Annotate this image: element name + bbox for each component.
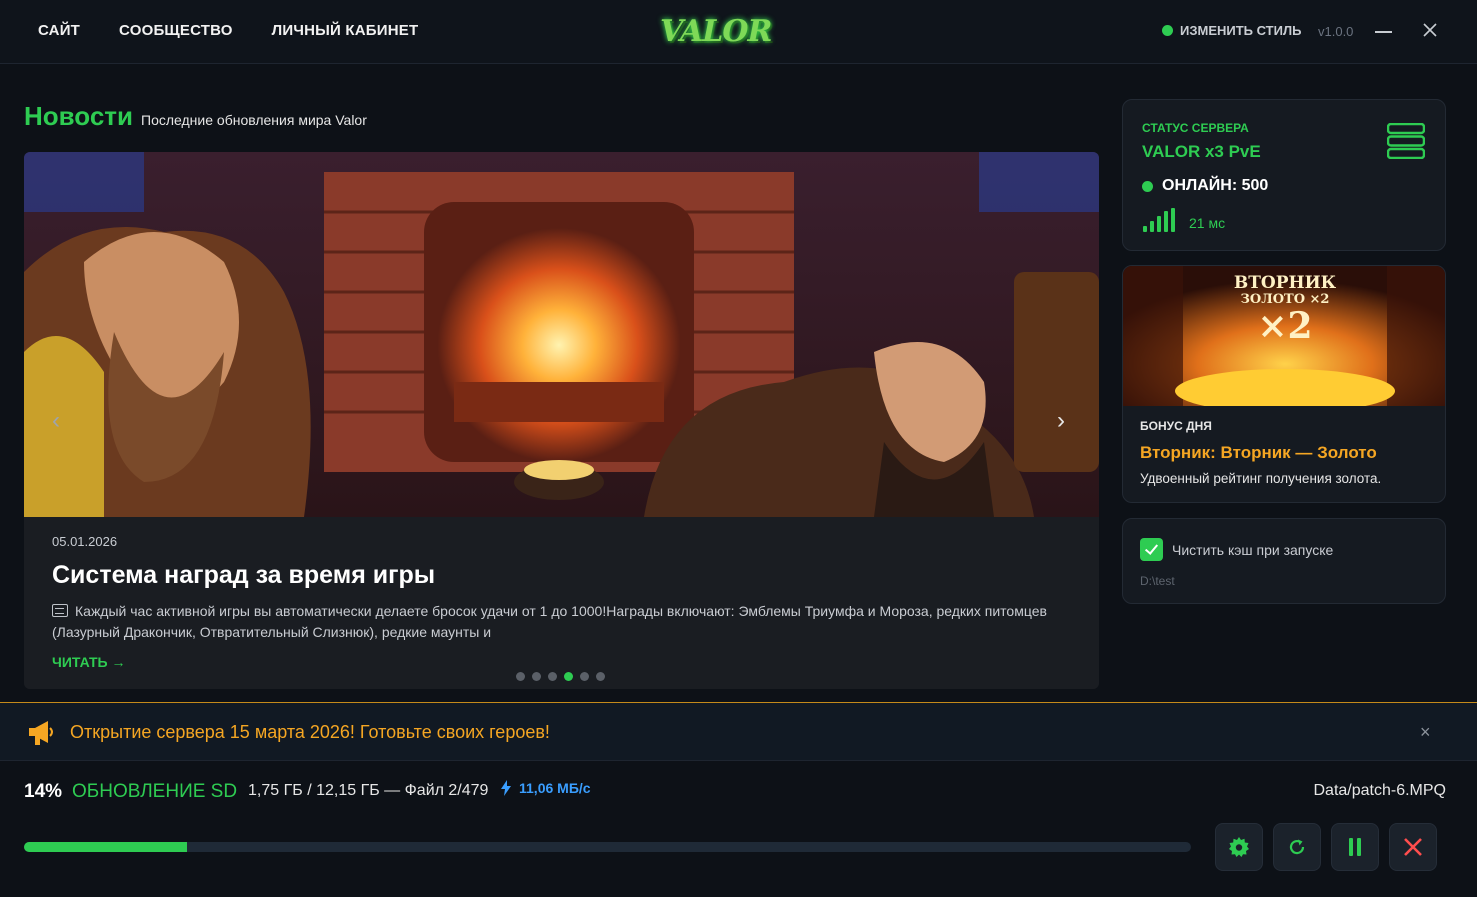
- server-icon: [1387, 123, 1425, 159]
- clear-cache-label: Чистить кэш при запуске: [1172, 542, 1334, 558]
- announcement-bar: Открытие сервера 15 марта 2026! Готовьте…: [0, 702, 1477, 761]
- calendar-icon: [52, 604, 68, 617]
- news-slide-image[interactable]: [24, 152, 1099, 517]
- slider-dot[interactable]: [596, 672, 605, 681]
- server-name: VALOR x3 PvE: [1142, 142, 1261, 161]
- update-panel: 14% ОБНОВЛЕНИЕ SD 1,75 ГБ / 12,15 ГБ — Ф…: [0, 762, 1477, 897]
- daily-bonus-card[interactable]: ВТОРНИК ЗОЛОТО ×2 ×2 БОНУС ДНЯ Вторник: …: [1122, 265, 1446, 503]
- server-status-card: СТАТУС СЕРВЕРА VALOR x3 PvE ОНЛАЙН: 500 …: [1122, 99, 1446, 251]
- news-title: Новости: [24, 101, 134, 131]
- slider-dots: [516, 672, 605, 681]
- current-file: Data/patch-6.MPQ: [1313, 782, 1447, 799]
- news-subtitle: Последние обновления мира Valor: [141, 112, 367, 128]
- announcement-close-button[interactable]: ×: [1420, 722, 1431, 743]
- online-dot-icon: [1142, 180, 1153, 192]
- valor-logo: VALOR: [658, 10, 772, 54]
- slide-description: Каждый час активной игры вы автоматическ…: [52, 601, 1062, 643]
- ping-value: 21 мс: [1189, 215, 1226, 231]
- announcement-text: Открытие сервера 15 марта 2026! Готовьте…: [70, 722, 550, 742]
- slider-dot[interactable]: [516, 672, 525, 681]
- main-nav: САЙТ СООБЩЕСТВО ЛИЧНЫЙ КАБИНЕТ: [38, 22, 418, 39]
- update-status: ОБНОВЛЕНИЕ SD: [72, 781, 238, 802]
- cancel-button[interactable]: [1389, 823, 1437, 871]
- status-dot-icon: [1162, 25, 1173, 36]
- slide-title: Система наград за время игры: [52, 561, 436, 589]
- minimize-button[interactable]: [1374, 20, 1394, 40]
- slider-dot[interactable]: [532, 672, 541, 681]
- bonus-label: БОНУС ДНЯ: [1140, 419, 1212, 433]
- download-size: 1,75 ГБ / 12,15 ГБ — Файл 2/479: [248, 782, 489, 799]
- progress-percent: 14%: [24, 781, 63, 802]
- lightning-icon: [501, 780, 511, 796]
- close-icon: [1404, 838, 1422, 856]
- slider-dot[interactable]: [564, 672, 573, 681]
- megaphone-icon: [29, 721, 53, 745]
- title-bar: САЙТ СООБЩЕСТВО ЛИЧНЫЙ КАБИНЕТ VALOR ИЗМ…: [0, 0, 1477, 64]
- refresh-button[interactable]: [1273, 823, 1321, 871]
- news-header: Новости Последние обновления мира Valor: [24, 101, 367, 132]
- change-style-button[interactable]: ИЗМЕНИТЬ СТИЛЬ: [1162, 23, 1301, 38]
- download-speed: 11,06 МБ/с: [501, 780, 591, 796]
- version-label: v1.0.0: [1318, 24, 1354, 39]
- settings-button[interactable]: [1215, 823, 1263, 871]
- read-more-link[interactable]: ЧИТАТЬ →: [52, 654, 126, 670]
- progress-bar-fill: [24, 842, 188, 852]
- pause-button[interactable]: [1331, 823, 1379, 871]
- slider-next-button[interactable]: ›: [1057, 407, 1065, 435]
- progress-bar: [24, 842, 1191, 852]
- nav-site-link[interactable]: САЙТ: [38, 22, 80, 39]
- ping-status: 21 мс: [1143, 208, 1225, 232]
- news-slider: ‹ › 05.01.2026 Система наград за время и…: [24, 152, 1099, 689]
- nav-account-link[interactable]: ЛИЧНЫЙ КАБИНЕТ: [272, 22, 419, 39]
- clear-cache-checkbox[interactable]: [1140, 538, 1163, 561]
- bonus-image-line3: ×2: [1257, 305, 1312, 347]
- close-window-button[interactable]: [1420, 21, 1440, 41]
- bonus-title: Вторник: Вторник — Золото: [1140, 443, 1377, 462]
- close-icon: [1423, 23, 1437, 37]
- bonus-image-line1: ВТОРНИК: [1234, 273, 1337, 293]
- online-count: ОНЛАЙН: 500: [1162, 177, 1269, 194]
- slider-prev-button[interactable]: ‹: [52, 407, 60, 435]
- slide-date: 05.01.2026: [52, 534, 118, 549]
- install-path: D:\test: [1140, 574, 1175, 588]
- bonus-banner-image: ВТОРНИК ЗОЛОТО ×2 ×2: [1123, 266, 1445, 406]
- online-status: ОНЛАЙН: 500: [1142, 177, 1268, 195]
- slide-caption: 05.01.2026 Система наград за время игры …: [24, 517, 1099, 689]
- download-speed-value: 11,06 МБ/с: [519, 780, 591, 796]
- nav-community-link[interactable]: СООБЩЕСТВО: [119, 22, 233, 39]
- cache-settings-card: Чистить кэш при запуске D:\test: [1122, 518, 1446, 604]
- server-status-label: СТАТУС СЕРВЕРА: [1142, 121, 1249, 135]
- logo-text: VALOR: [660, 14, 772, 49]
- slider-dot[interactable]: [580, 672, 589, 681]
- refresh-icon: [1289, 839, 1305, 855]
- signal-bars-icon: [1143, 208, 1175, 232]
- slide-description-text: Каждый час активной игры вы автоматическ…: [52, 603, 1047, 640]
- gear-icon: [1229, 837, 1249, 857]
- slider-dot[interactable]: [548, 672, 557, 681]
- change-style-label: ИЗМЕНИТЬ СТИЛЬ: [1180, 23, 1302, 38]
- bonus-description: Удвоенный рейтинг получения золота.: [1140, 471, 1382, 486]
- pause-icon: [1349, 838, 1361, 856]
